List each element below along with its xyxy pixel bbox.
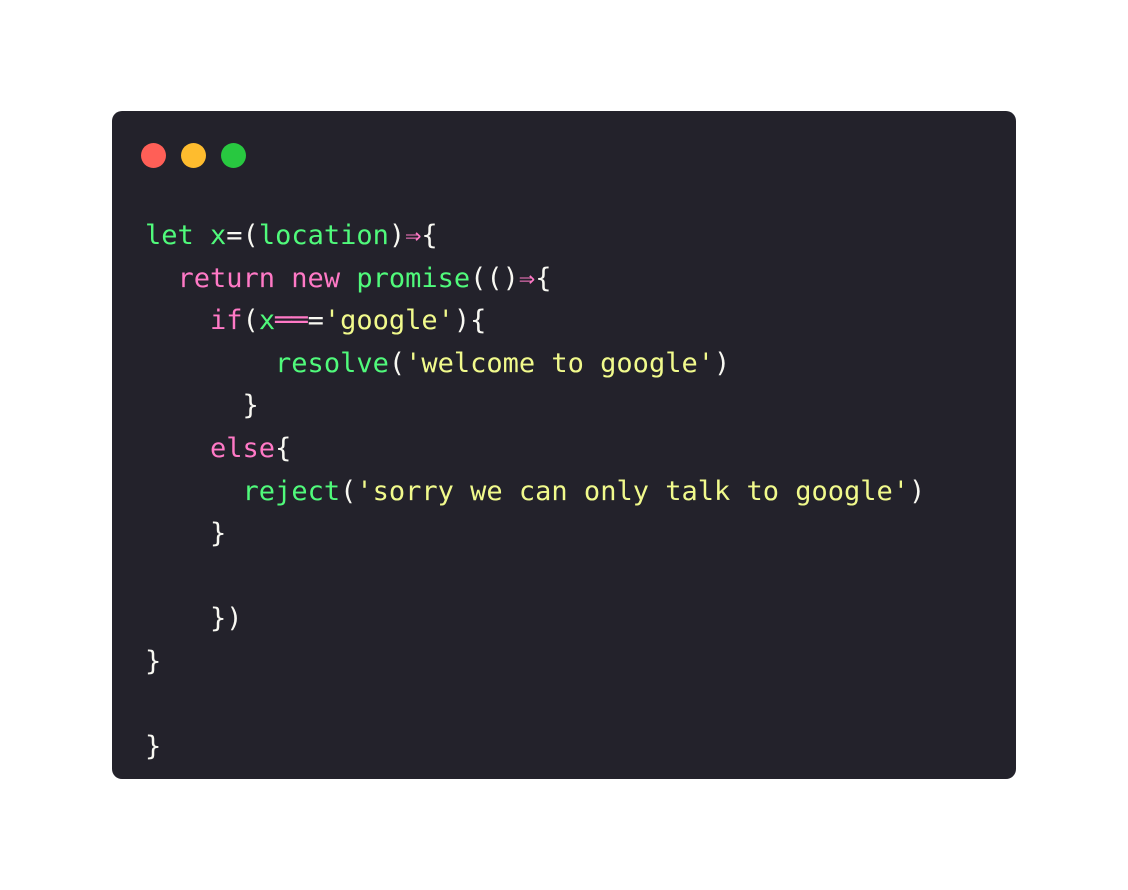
code-token-punctuation: ( [242, 220, 259, 251]
code-line: resolve('welcome to google') [145, 343, 925, 386]
code-token-punctuation: { [275, 432, 292, 464]
code-token-punctuation: ( [388, 347, 406, 379]
code-token-punctuation: { [535, 262, 552, 294]
code-line: } [145, 385, 925, 428]
code-token-keyword: ⇒ [518, 262, 536, 294]
code-window: let x=(location)⇒{ return new promise(()… [112, 111, 1016, 779]
code-token-keyword: ⇒ [405, 220, 422, 251]
code-token-function: resolve [275, 347, 389, 379]
code-token-keyword: if [210, 305, 243, 337]
close-dot-icon[interactable] [141, 143, 166, 168]
code-token-function: reject [242, 475, 341, 507]
window-controls [141, 143, 246, 168]
code-token-punctuation [145, 476, 243, 507]
code-token-punctuation: ) [909, 475, 926, 507]
code-token-punctuation [145, 348, 275, 379]
code-token-function: x [258, 305, 276, 337]
code-token-keyword: ══ [275, 305, 308, 337]
code-line: } [145, 641, 925, 684]
code-token-punctuation: { [421, 220, 438, 251]
code-token-punctuation [340, 263, 356, 294]
code-token-function: location [258, 220, 389, 251]
code-token-punctuation: = [226, 220, 243, 251]
code-token-punctuation: ) [388, 220, 406, 251]
code-line: else{ [145, 428, 925, 471]
code-token-punctuation: ( [340, 475, 357, 507]
minimize-dot-icon[interactable] [181, 143, 206, 168]
code-token-function: let x [145, 220, 227, 251]
code-token-punctuation: ){ [453, 305, 487, 337]
code-token-punctuation: (() [470, 262, 519, 294]
code-line: } [145, 726, 925, 769]
code-token-punctuation: = [307, 305, 324, 337]
code-line: return new promise(()⇒{ [145, 258, 925, 301]
code-token-function: promise [356, 262, 471, 294]
code-token-keyword: else [210, 432, 276, 464]
code-line: }) [145, 598, 925, 641]
code-line: if(x══='google'){ [145, 300, 925, 343]
code-line: let x=(location)⇒{ [145, 215, 925, 258]
code-token-punctuation: } [145, 518, 227, 550]
code-token-string: 'sorry we can only talk to google' [356, 475, 910, 507]
code-line: reject('sorry we can only talk to google… [145, 471, 926, 514]
code-token-punctuation: } [145, 390, 259, 422]
maximize-dot-icon[interactable] [221, 143, 246, 168]
code-line: } [145, 513, 925, 556]
code-token-punctuation [145, 305, 210, 336]
code-token-punctuation: ) [713, 347, 731, 379]
code-token-punctuation [145, 263, 178, 294]
code-token-punctuation: }) [145, 603, 243, 635]
code-block: let x=(location)⇒{ return new promise(()… [145, 215, 925, 769]
code-token-string: 'welcome to google' [405, 347, 714, 379]
code-token-punctuation: ( [242, 305, 259, 337]
code-token-keyword: return new [177, 262, 341, 294]
code-token-punctuation: } [145, 731, 162, 763]
code-token-punctuation [145, 433, 210, 464]
code-token-string: 'google' [323, 305, 454, 337]
code-token-punctuation: } [145, 645, 162, 677]
